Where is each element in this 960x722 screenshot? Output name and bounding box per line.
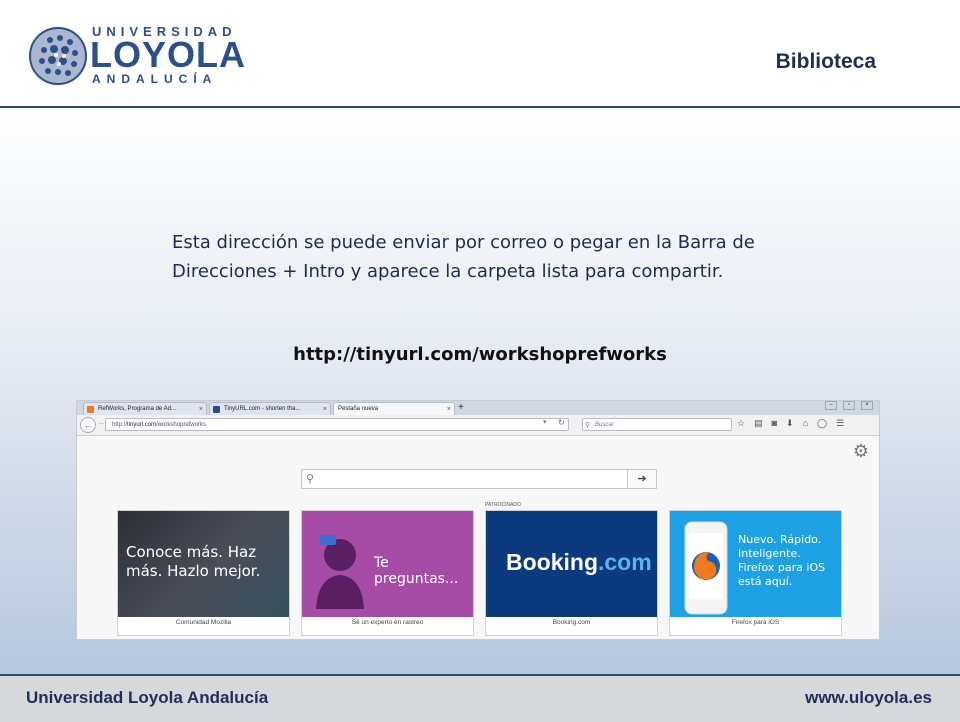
tab-label: TinyURL.com - shorten tha... — [224, 406, 301, 412]
booking-logo: Booking.com — [506, 549, 652, 576]
tile-label: Firefox para iOS — [731, 619, 780, 626]
sponsored-label: PATROCINADO — [485, 502, 521, 508]
url-path: /workshoprefworks — [156, 422, 207, 428]
tile-rastreo[interactable]: Te preguntas... Sé un experto en rastreo — [301, 510, 474, 636]
close-window-icon[interactable]: × — [861, 401, 873, 410]
tab-new-tab[interactable]: Pestaña nueva × — [333, 402, 455, 415]
browser-screenshot: RefWorks, Programa de Ad... × TinyURL.co… — [76, 400, 880, 640]
person-silhouette-icon — [316, 535, 364, 609]
search-icon: ⚲ — [585, 422, 591, 429]
section-title: Biblioteca — [775, 50, 876, 73]
search-bar[interactable]: ⚲ Buscar — [582, 418, 732, 431]
tile-thumbnail: Te preguntas... — [302, 511, 473, 617]
phone-firefox-icon — [684, 521, 728, 615]
slide-body: Esta dirección se puede enviar por corre… — [0, 108, 960, 674]
footer-university-name: Universidad Loyola Andalucía — [26, 688, 269, 707]
tab-label: Pestaña nueva — [338, 406, 379, 412]
search-go-button[interactable]: ➔ — [627, 470, 656, 488]
header: UNIVERSIDAD LOYOLA ANDALUCÍA Biblioteca — [0, 0, 960, 108]
url-domain: tinyurl.com — [127, 422, 157, 428]
close-icon[interactable]: × — [447, 403, 451, 415]
close-icon[interactable]: × — [323, 403, 327, 415]
tile-comunidad-mozilla[interactable]: Conoce más. Haz más. Hazlo mejor. Comuni… — [117, 510, 290, 636]
footer: Universidad Loyola Andalucía www.uloyola… — [0, 674, 960, 722]
url-prefix: http:// — [112, 422, 128, 428]
search-placeholder: Buscar — [595, 422, 614, 428]
chat-icon[interactable]: ◯ — [817, 418, 827, 429]
tile-booking[interactable]: Booking.com Booking.com — [485, 510, 658, 636]
tile-thumbnail: Booking.com — [486, 511, 657, 617]
menu-icon[interactable]: ☰ — [836, 418, 844, 429]
home-icon[interactable]: ⌂ — [803, 418, 808, 429]
new-tab-page: ⚙ ⚲ ➔ PATROCINADO Conoce más. Haz más. H… — [77, 436, 879, 639]
tile-label: Sé un experto en rastreo — [351, 619, 424, 626]
star-icon[interactable]: ☆ — [737, 418, 745, 429]
shared-url: http://tinyurl.com/workshoprefworks — [293, 344, 667, 365]
window-controls: – ▫ × — [825, 401, 873, 410]
pocket-icon[interactable]: ◙ — [772, 418, 777, 429]
nav-bar: ← → http://tinyurl.com/workshoprefworks … — [77, 415, 879, 436]
toolbar-icons: ☆ ▤ ◙ ⬇ ⌂ ◯ ☰ — [737, 418, 844, 429]
logo-line-3: ANDALUCÍA — [92, 72, 218, 86]
booking-logo-suffix: .com — [598, 549, 652, 575]
refworks-icon — [87, 406, 94, 413]
tab-refworks[interactable]: RefWorks, Programa de Ad... × — [83, 402, 207, 415]
forward-button[interactable]: → — [97, 418, 105, 427]
tile-firefox-ios[interactable]: Nuevo. Rápido. Inteligente. Firefox para… — [669, 510, 842, 636]
tile-label: Booking.com — [552, 619, 591, 626]
new-tab-button[interactable]: + — [458, 401, 464, 415]
minimize-icon[interactable]: – — [825, 401, 837, 410]
footer-website[interactable]: www.uloyola.es — [805, 688, 932, 708]
close-icon[interactable]: × — [199, 403, 203, 415]
maximize-icon[interactable]: ▫ — [843, 401, 855, 410]
tinyurl-icon — [213, 406, 220, 413]
booking-logo-word: Booking — [506, 549, 598, 575]
tile-thumbnail: Conoce más. Haz más. Hazlo mejor. — [118, 511, 289, 617]
back-button[interactable]: ← — [80, 417, 96, 433]
logo-globe-icon — [29, 27, 87, 85]
new-tab-search-input[interactable]: ⚲ ➔ — [301, 469, 657, 489]
logo-line-2: LOYOLA — [90, 34, 246, 75]
university-logo: UNIVERSIDAD LOYOLA ANDALUCÍA — [28, 24, 245, 88]
search-icon: ⚲ — [306, 473, 315, 485]
address-bar[interactable]: http://tinyurl.com/workshoprefworks — [105, 418, 569, 431]
tile-thumbnail: Nuevo. Rápido. Inteligente. Firefox para… — [670, 511, 841, 617]
tab-tinyurl[interactable]: TinyURL.com - shorten tha... × — [209, 402, 331, 415]
tile-thumb-text: Nuevo. Rápido. Inteligente. Firefox para… — [738, 533, 826, 588]
reading-list-icon[interactable]: ▤ — [754, 418, 763, 429]
tab-bar: RefWorks, Programa de Ad... × TinyURL.co… — [77, 401, 879, 415]
download-icon[interactable]: ⬇ — [786, 418, 794, 429]
body-text: Esta dirección se puede enviar por corre… — [172, 232, 755, 282]
reload-icon[interactable]: ↻ — [558, 418, 565, 427]
tile-thumb-text: Te preguntas... — [374, 555, 459, 587]
tile-label: Comunidad Mozilla — [175, 619, 232, 626]
tile-thumb-text: Conoce más. Haz más. Hazlo mejor. — [126, 543, 261, 580]
dropdown-arrow-icon[interactable]: ▾ — [543, 418, 547, 426]
tab-label: RefWorks, Programa de Ad... — [98, 406, 176, 412]
gear-icon[interactable]: ⚙ — [853, 441, 869, 462]
